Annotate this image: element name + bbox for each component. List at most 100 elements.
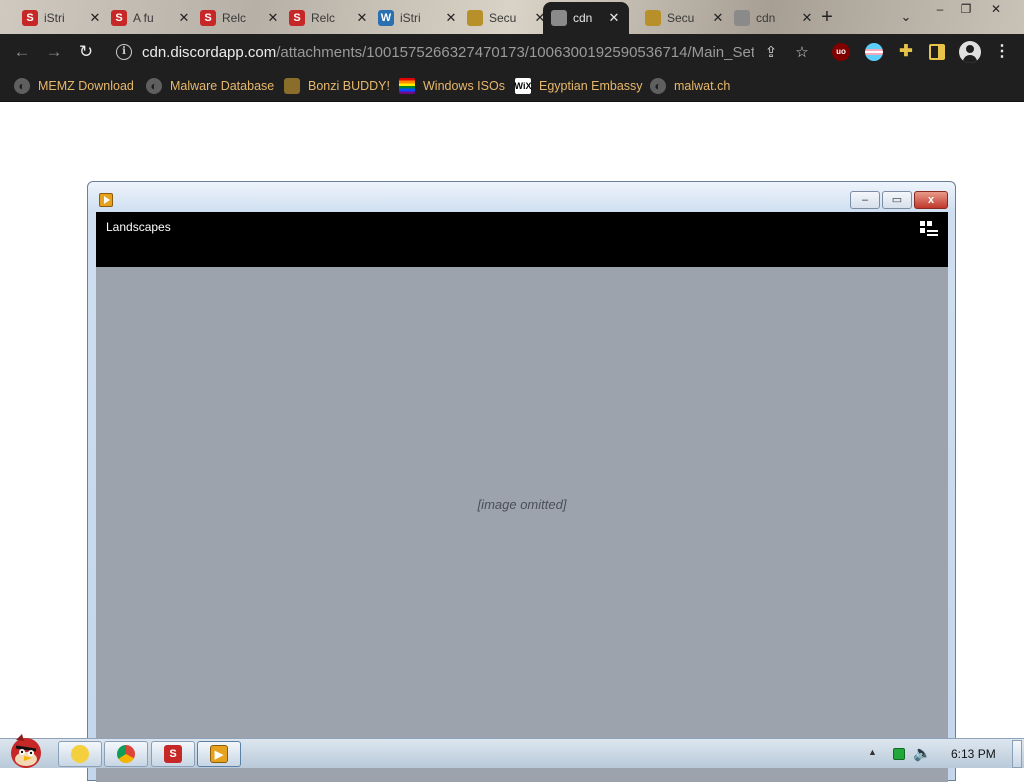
wix-icon: WiX bbox=[515, 78, 531, 94]
tab-cdn-2[interactable]: cdn ✕ bbox=[726, 4, 822, 32]
close-icon[interactable]: ✕ bbox=[177, 10, 191, 26]
tab-search-chevron-icon[interactable]: ⌄ bbox=[896, 7, 916, 27]
tab-istripper-2[interactable]: W iStri ✕ bbox=[370, 4, 466, 32]
gray-globe-icon bbox=[734, 10, 750, 26]
rainbow-flag-icon bbox=[399, 78, 415, 94]
back-arrow-icon[interactable]: ← bbox=[10, 40, 34, 64]
globe-icon bbox=[14, 78, 30, 94]
taskbar-chrome[interactable] bbox=[104, 741, 148, 767]
bookmark-label: Malware Database bbox=[170, 79, 275, 93]
close-icon[interactable]: ✕ bbox=[607, 10, 621, 26]
window-minimize-icon[interactable]: – bbox=[930, 1, 950, 17]
close-icon[interactable]: ✕ bbox=[355, 10, 369, 26]
tab-a-fu[interactable]: S A fu ✕ bbox=[103, 4, 199, 32]
tab-title: Relc bbox=[222, 11, 247, 25]
clock[interactable]: 6:13 PM bbox=[951, 747, 996, 761]
bookmark-label: Egyptian Embassy bbox=[539, 79, 643, 93]
placeholder-caption: [image omitted] bbox=[477, 497, 567, 512]
volume-icon[interactable]: 🔈 bbox=[913, 744, 932, 762]
bookmark-egyptian-embassy[interactable]: WiX Egyptian Embassy bbox=[515, 76, 643, 96]
gray-globe-icon bbox=[551, 10, 567, 26]
tab-title: iStri bbox=[400, 11, 421, 25]
tab-title: cdn bbox=[756, 11, 776, 25]
taskbar-explorer[interactable] bbox=[58, 741, 102, 767]
album-title: Landscapes bbox=[106, 220, 171, 234]
tab-secu-1[interactable]: Secu ✕ bbox=[459, 4, 555, 32]
explorer-icon bbox=[71, 745, 89, 763]
s-logo-icon: S bbox=[200, 10, 216, 26]
player-maximize-button[interactable]: ▭ bbox=[882, 191, 912, 209]
bookmark-memz-download[interactable]: MEMZ Download bbox=[14, 76, 134, 96]
url-host: cdn.discordapp.com bbox=[142, 43, 277, 61]
forward-arrow-icon[interactable]: → bbox=[42, 40, 66, 64]
tab-cdn-active[interactable]: cdn ✕ bbox=[543, 2, 629, 34]
browser-toolbar: ← → ↻ i cdn.discordapp.com/attachments/1… bbox=[0, 34, 1024, 70]
tab-strip: S iStri ✕ S A fu ✕ S Relc ✕ S Relc ✕ W i… bbox=[0, 0, 1024, 34]
new-tab-icon[interactable]: + bbox=[816, 6, 838, 28]
player-app-icon: ▶ bbox=[210, 745, 228, 763]
s-logo-icon: S bbox=[164, 745, 182, 763]
player-minimize-button[interactable]: – bbox=[850, 191, 880, 209]
show-desktop-button[interactable] bbox=[1012, 740, 1022, 768]
tab-title: Secu bbox=[489, 11, 517, 25]
tab-relc-1[interactable]: S Relc ✕ bbox=[192, 4, 288, 32]
tray-expand-icon[interactable]: ▲ bbox=[868, 747, 877, 757]
tab-title: cdn bbox=[573, 11, 593, 25]
tab-title: iStri bbox=[44, 11, 65, 25]
close-icon[interactable]: ✕ bbox=[444, 10, 458, 26]
tab-title: A fu bbox=[133, 11, 154, 25]
gold-globe-icon bbox=[645, 10, 661, 26]
angry-bird-start-icon[interactable] bbox=[2, 731, 50, 769]
tab-title: Relc bbox=[311, 11, 336, 25]
close-icon[interactable]: ✕ bbox=[266, 10, 280, 26]
tab-istripper-1[interactable]: S iStri ✕ bbox=[14, 4, 110, 32]
player-close-button[interactable]: x bbox=[914, 191, 948, 209]
bookmark-bonzi-buddy[interactable]: Bonzi BUDDY! bbox=[284, 76, 390, 96]
close-icon[interactable]: ✕ bbox=[800, 10, 814, 26]
bookmark-label: MEMZ Download bbox=[38, 79, 134, 93]
bookmark-label: Bonzi BUDDY! bbox=[308, 79, 390, 93]
close-icon[interactable]: ✕ bbox=[88, 10, 102, 26]
tab-secu-2[interactable]: Secu ✕ bbox=[637, 4, 733, 32]
switch-view-icon[interactable] bbox=[920, 221, 938, 237]
player-header: Landscapes bbox=[96, 212, 948, 266]
tab-relc-2[interactable]: S Relc ✕ bbox=[281, 4, 377, 32]
window-restore-icon[interactable]: ❐ bbox=[956, 1, 976, 17]
s-logo-icon: S bbox=[111, 10, 127, 26]
profile-avatar-icon[interactable] bbox=[959, 41, 981, 63]
reload-icon[interactable]: ↻ bbox=[74, 40, 98, 64]
gold-globe-icon bbox=[467, 10, 483, 26]
info-icon[interactable]: i bbox=[116, 44, 132, 60]
bookmark-malwatch[interactable]: malwat.ch bbox=[650, 76, 730, 96]
player-app-icon bbox=[99, 193, 113, 207]
url-text[interactable]: cdn.discordapp.com/attachments/100157526… bbox=[142, 44, 754, 61]
extensions-puzzle-icon[interactable]: ✚ bbox=[897, 43, 915, 61]
kebab-menu-icon[interactable]: ⋮ bbox=[993, 42, 1011, 62]
taskbar-photo-player[interactable]: ▶ bbox=[197, 741, 241, 767]
bookmark-windows-isos[interactable]: Windows ISOs bbox=[399, 76, 505, 96]
network-icon[interactable] bbox=[893, 748, 905, 760]
address-bar[interactable]: i cdn.discordapp.com/attachments/1001575… bbox=[108, 38, 826, 66]
bookmark-label: malwat.ch bbox=[674, 79, 731, 93]
window-close-icon[interactable]: ✕ bbox=[986, 1, 1006, 17]
s-logo-icon: S bbox=[22, 10, 38, 26]
side-panel-icon[interactable] bbox=[929, 44, 945, 60]
url-path: /attachments/1001575266327470173/1006300… bbox=[276, 43, 754, 61]
wordpress-icon: W bbox=[378, 10, 394, 26]
s-logo-icon: S bbox=[289, 10, 305, 26]
trans-flag-extension-icon[interactable] bbox=[865, 43, 883, 61]
globe-icon bbox=[146, 78, 162, 94]
slideshow-photo-placeholder: [image omitted] bbox=[96, 267, 948, 782]
taskbar-s-app[interactable]: S bbox=[151, 741, 195, 767]
bookmark-malware-database[interactable]: Malware Database bbox=[146, 76, 274, 96]
globe-icon bbox=[650, 78, 666, 94]
chrome-icon bbox=[117, 745, 135, 763]
bonzi-icon bbox=[284, 78, 300, 94]
share-icon[interactable]: ⇪ bbox=[762, 44, 780, 62]
photo-player-window: – ▭ x Landscapes [image omitted] bbox=[87, 181, 956, 782]
bookmark-label: Windows ISOs bbox=[423, 79, 505, 93]
bookmarks-bar: MEMZ Download Malware Database Bonzi BUD… bbox=[0, 70, 1024, 102]
ublock-origin-icon[interactable]: uo bbox=[832, 43, 850, 61]
bookmark-star-icon[interactable]: ☆ bbox=[793, 44, 811, 62]
close-icon[interactable]: ✕ bbox=[711, 10, 725, 26]
